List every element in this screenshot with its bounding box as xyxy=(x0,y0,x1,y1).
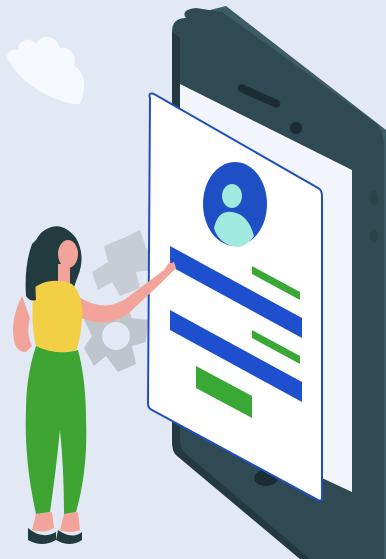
side-button xyxy=(370,191,378,205)
illustration-svg xyxy=(0,0,386,559)
yellow-top xyxy=(32,280,83,353)
camera-dot xyxy=(290,122,302,134)
side-button xyxy=(370,229,378,243)
login-illustration-scene xyxy=(0,0,386,559)
